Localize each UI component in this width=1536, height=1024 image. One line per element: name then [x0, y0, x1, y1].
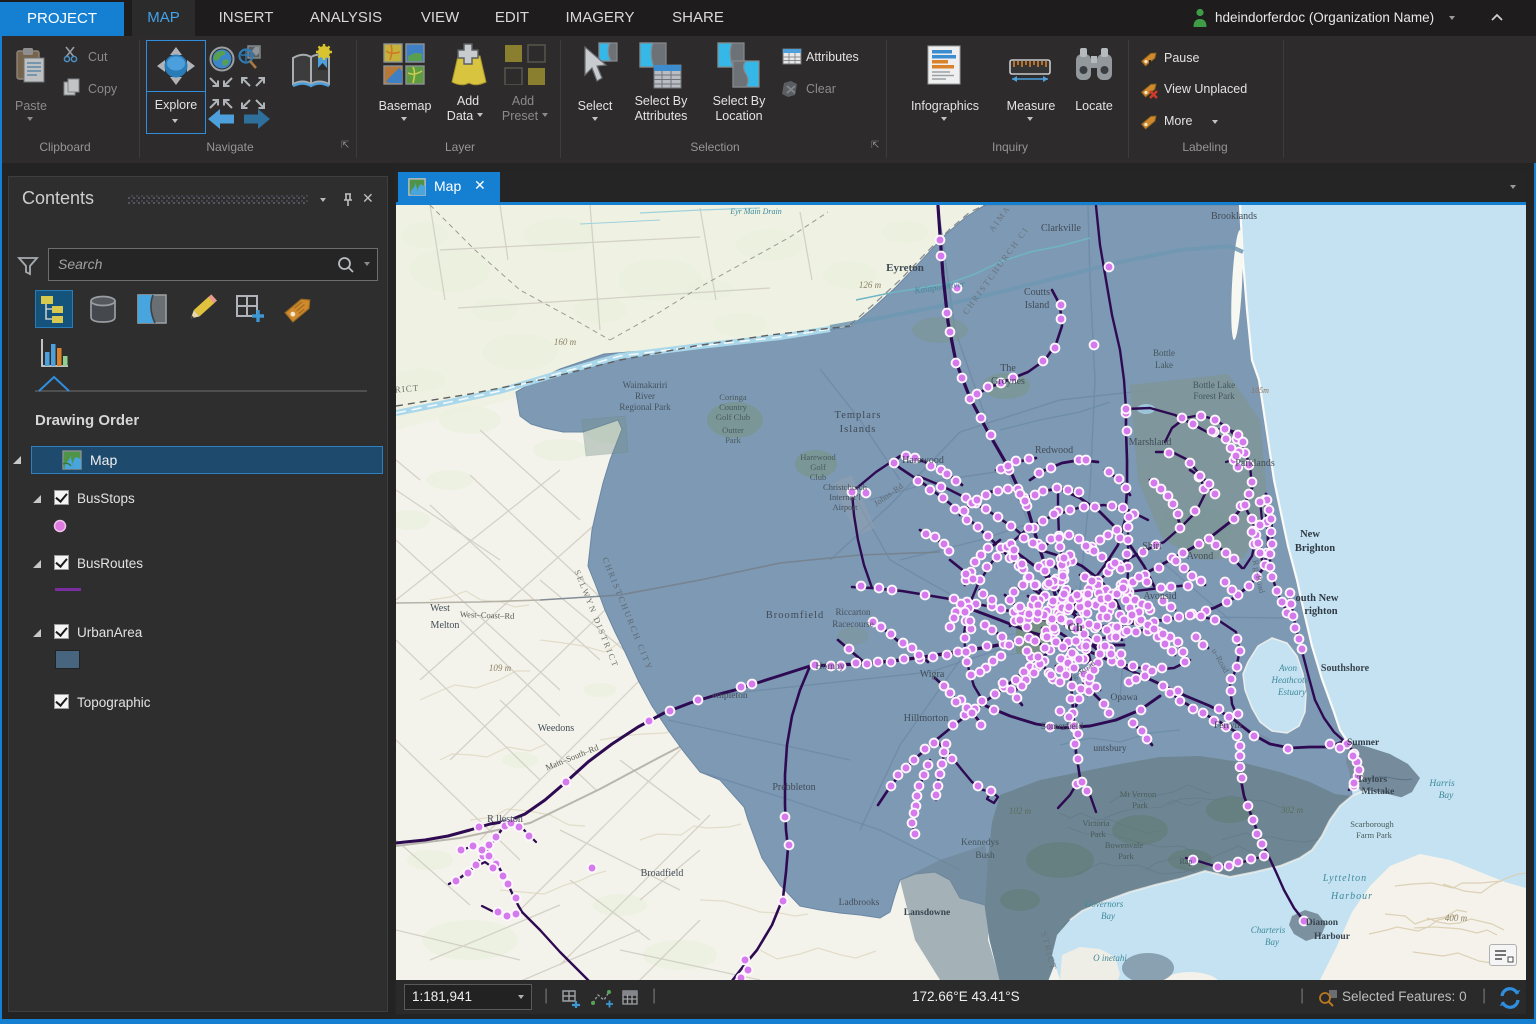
svg-text:Somerfield: Somerfield	[1041, 721, 1083, 732]
svg-text:Golf: Golf	[810, 462, 826, 472]
svg-text:outh New: outh New	[1296, 593, 1339, 604]
svg-text:Bush: Bush	[975, 851, 995, 861]
svg-text:Brighton: Brighton	[1295, 543, 1335, 554]
svg-text:Bay: Bay	[1439, 791, 1455, 801]
svg-text:West–Coast–Rd: West–Coast–Rd	[460, 609, 516, 621]
svg-text:Hillmorton: Hillmorton	[904, 713, 948, 724]
svg-text:West: West	[430, 603, 450, 614]
svg-text:Harbour: Harbour	[1330, 891, 1373, 902]
svg-text:Victoria: Victoria	[1082, 818, 1110, 828]
svg-text:Waimakariri: Waimakariri	[623, 380, 668, 390]
svg-text:untsbury: untsbury	[1093, 744, 1127, 754]
svg-text:102 m: 102 m	[1009, 806, 1032, 816]
svg-text:Riccarton: Riccarton	[836, 607, 871, 617]
svg-text:Mistake: Mistake	[1362, 787, 1395, 797]
svg-text:Harewood: Harewood	[902, 455, 944, 466]
svg-text:Mt Vernon: Mt Vernon	[1120, 789, 1157, 799]
svg-text:Forest Park: Forest Park	[1193, 391, 1235, 401]
svg-text:Parklands: Parklands	[1235, 458, 1275, 469]
svg-text:Country: Country	[719, 402, 748, 412]
svg-text:righton: righton	[1304, 606, 1337, 617]
svg-text:Ferrym: Ferrym	[1214, 721, 1243, 731]
svg-text:Racecourse: Racecourse	[832, 619, 873, 629]
svg-text:Outter: Outter	[722, 425, 744, 435]
svg-text:Park: Park	[725, 435, 741, 445]
svg-text:Prebbleton: Prebbleton	[772, 782, 815, 793]
svg-text:Broadfield: Broadfield	[641, 868, 684, 879]
svg-text:105m: 105m	[1251, 386, 1269, 395]
svg-text:Brooklands: Brooklands	[1211, 211, 1257, 222]
svg-text:Farm Park: Farm Park	[1356, 830, 1392, 840]
svg-text:Diamon: Diamon	[1306, 918, 1339, 928]
svg-text:Christchurch: Christchurch	[823, 482, 868, 492]
svg-text:Bay: Bay	[1265, 937, 1279, 947]
svg-text:Internat’l: Internat’l	[829, 492, 861, 502]
svg-text:Redwood: Redwood	[1035, 445, 1073, 456]
svg-text:Scarborough: Scarborough	[1350, 819, 1394, 829]
svg-text:Coringa: Coringa	[719, 392, 747, 402]
svg-text:Shirl: Shirl	[1142, 541, 1162, 552]
svg-text:The: The	[1000, 363, 1016, 374]
svg-text:Bottle Lake: Bottle Lake	[1193, 380, 1235, 390]
svg-text:400 m: 400 m	[1445, 913, 1468, 923]
svg-text:Charteris: Charteris	[1251, 925, 1286, 935]
svg-text:Club: Club	[810, 472, 827, 482]
svg-text:Heathcote: Heathcote	[1271, 675, 1309, 685]
svg-text:Golf Club: Golf Club	[716, 412, 750, 422]
svg-text:Harris: Harris	[1428, 779, 1455, 789]
svg-text:Park: Park	[1118, 851, 1134, 861]
svg-text:River: River	[635, 391, 655, 401]
svg-text:126 m: 126 m	[859, 280, 882, 290]
svg-text:Groynes: Groynes	[991, 376, 1025, 387]
svg-text:Islands: Islands	[840, 424, 877, 435]
svg-text:Estuary: Estuary	[1277, 687, 1306, 697]
svg-text:Eyreton: Eyreton	[886, 262, 924, 274]
svg-text:Bottle: Bottle	[1153, 348, 1175, 358]
svg-text:Weedons: Weedons	[538, 723, 575, 734]
svg-text:Broomfield: Broomfield	[766, 610, 824, 621]
svg-text:Avond: Avond	[1187, 551, 1213, 562]
svg-text:Southshore: Southshore	[1321, 663, 1370, 674]
svg-text:Sumner: Sumner	[1347, 738, 1380, 748]
svg-text:Avonsid: Avonsid	[1143, 591, 1176, 602]
svg-text:empleton: empleton	[712, 691, 748, 701]
svg-text:Melton: Melton	[431, 620, 460, 631]
svg-text:Ladbrooks: Ladbrooks	[839, 898, 880, 908]
svg-text:Clarkville: Clarkville	[1041, 223, 1082, 234]
svg-text:Ch: Ch	[1067, 620, 1083, 634]
svg-text:New: New	[1300, 529, 1320, 540]
svg-text:R lleston: R lleston	[487, 814, 523, 825]
svg-text:302 m: 302 m	[1280, 805, 1304, 815]
svg-text:Lansdowne: Lansdowne	[904, 908, 950, 918]
svg-text:Lake: Lake	[1155, 360, 1173, 370]
svg-text:160 m: 160 m	[554, 337, 577, 347]
svg-text:Opawa: Opawa	[1111, 693, 1139, 703]
svg-text:Park: Park	[1090, 829, 1106, 839]
svg-text:Harewood: Harewood	[800, 452, 836, 462]
svg-text:Rap: Rap	[1180, 857, 1193, 866]
svg-text:Island: Island	[1025, 300, 1049, 311]
svg-text:Airport: Airport	[832, 502, 858, 512]
svg-text:Eyr Main Drain: Eyr Main Drain	[729, 207, 782, 216]
svg-text:Governors: Governors	[1085, 899, 1124, 909]
svg-text:Hornby: Hornby	[815, 662, 844, 672]
svg-text:Park: Park	[1132, 800, 1148, 810]
svg-text:Lyttelton: Lyttelton	[1322, 873, 1367, 884]
svg-text:O inetahi: O inetahi	[1093, 953, 1127, 963]
svg-text:Bay: Bay	[1101, 911, 1115, 921]
svg-text:Templars: Templars	[835, 410, 882, 421]
svg-text:Taylors: Taylors	[1357, 775, 1388, 785]
svg-text:109 m: 109 m	[489, 663, 512, 673]
svg-text:Avon: Avon	[1278, 663, 1297, 673]
svg-text:Harbour: Harbour	[1314, 932, 1351, 942]
svg-text:Wigra: Wigra	[920, 669, 945, 680]
svg-text:Marshland: Marshland	[1129, 437, 1172, 448]
svg-text:Bowenvale: Bowenvale	[1105, 840, 1143, 850]
svg-text:Kennedys: Kennedys	[961, 838, 999, 848]
svg-text:Regional Park: Regional Park	[619, 402, 671, 412]
svg-text:Coutts: Coutts	[1024, 287, 1050, 298]
